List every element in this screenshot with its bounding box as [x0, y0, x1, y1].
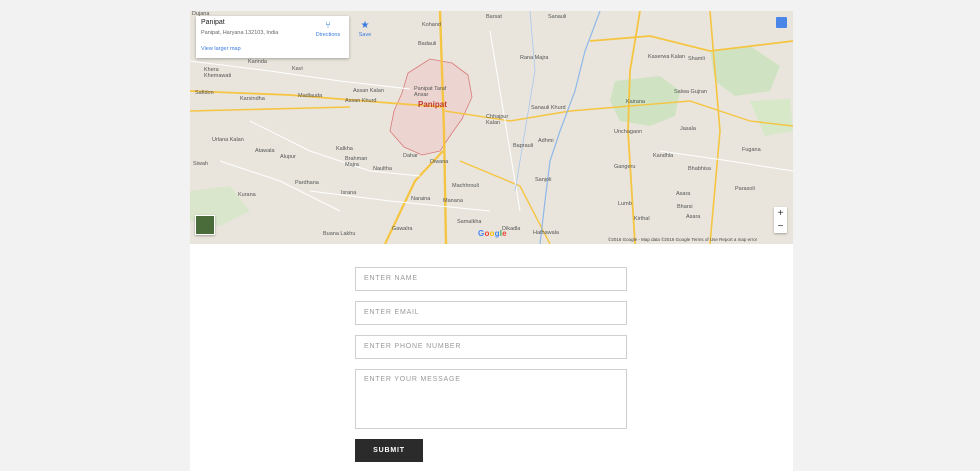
map-label-hathawala: Hathawala [533, 230, 559, 236]
save-button[interactable]: ★ Save [349, 20, 381, 38]
map-label-brahman-majra: Brahman Majra [345, 156, 368, 168]
directions-label: Directions [315, 32, 341, 38]
map-label-panipat-taraf-ansar: Panipat Taraf Ansar [414, 86, 447, 98]
map-label-fugana: Fugana [742, 147, 761, 153]
map-label-kairana: Kairana [626, 99, 645, 105]
contact-page: Panipat Dujana Kohand Barsat Sanauli Khe… [190, 11, 793, 471]
map-label-kirthal: Kirthal [634, 216, 650, 222]
map-label-kavi: Kavi [292, 66, 303, 72]
map-label-manana: Manana [443, 198, 463, 204]
map-label-pardhana: Pardhana [295, 180, 319, 186]
email-field[interactable]: ENTER EMAIL [355, 301, 627, 325]
name-field[interactable]: ENTER NAME [355, 267, 627, 291]
map-label-buana-lakhu: Buana Lakhu [323, 231, 356, 237]
map-label-urlana-kalan: Urlana Kalan [212, 137, 244, 143]
zoom-in-button[interactable]: + [774, 207, 787, 220]
map-label-khera-khemawati: Khera Khemawati [204, 67, 232, 79]
map-label-barsat: Barsat [486, 14, 502, 20]
map-label-asara-2: Asara [686, 214, 701, 220]
map-label-chhajpur-kalan: Chhajpur Kalan [486, 114, 509, 126]
map-label-badauli: Badauli [418, 41, 437, 47]
map-label-assan-kalan: Assan Kalan [353, 88, 384, 94]
map-label-gangeru: Gangeru [614, 164, 636, 170]
map-label-atawala: Atawala [255, 148, 275, 154]
map-label-naultha: Naultha [373, 166, 392, 172]
map-label-machhrouli: Machhrouli [452, 183, 479, 189]
save-label: Save [358, 32, 372, 38]
map-label-baprauli: Baprauli [513, 143, 534, 149]
map-label-panipat: Panipat [418, 100, 447, 109]
map-label-kurana: Kurana [238, 192, 256, 198]
map-label-rana-majra: Rana Majra [520, 55, 549, 61]
street-view-pegman-icon[interactable] [776, 17, 787, 28]
map-attribution: ©2016 Google - Map data ©2016 Google Ter… [608, 237, 758, 242]
map-label-asara: Asara [676, 191, 691, 197]
map-label-gawalra: Gawalra [392, 226, 413, 232]
map-label-karinda: Karinda [248, 59, 267, 65]
map-label-jasala: Jasala [680, 126, 696, 132]
map-label-naraina: Naraina [411, 196, 431, 202]
map-label-alupur: Alupur [280, 154, 296, 160]
contact-form: ENTER NAME ENTER EMAIL ENTER PHONE NUMBE… [355, 267, 627, 462]
directions-icon: ⑂ [325, 20, 331, 31]
map-label-bhabhisa: Bhabhisa [688, 166, 711, 172]
map-label-adhmi: Adhmi [538, 138, 554, 144]
map-label-assan-khurd: Assan Khurd [345, 98, 377, 104]
view-larger-map-link[interactable]: View larger map [201, 46, 241, 52]
map-label-parasoli: Parasoli [735, 186, 755, 192]
satellite-toggle-button[interactable] [195, 215, 215, 235]
map-label-kaserwa-kalan: Kaserwa Kalan [648, 54, 685, 60]
map-label-shamli: Shamli [688, 56, 705, 62]
map-label-sanauli: Sanauli [548, 14, 567, 20]
map-label-samalkha: Samalkha [457, 219, 482, 225]
map-label-karsindha: Karsindha [240, 96, 265, 102]
map-label-safidon: Safidon [195, 90, 214, 96]
map-label-kohand: Kohand [422, 22, 441, 28]
map-label-diwana: Diwana [430, 159, 449, 165]
google-map[interactable]: Panipat Dujana Kohand Barsat Sanauli Khe… [190, 11, 793, 244]
map-label-israna: Israna [341, 190, 357, 196]
zoom-control: + − [774, 207, 787, 233]
message-field[interactable]: ENTER YOUR MESSAGE [355, 369, 627, 429]
place-info-card: Panipat Panipat, Haryana 132103, India V… [196, 16, 371, 58]
phone-field[interactable]: ENTER PHONE NUMBER [355, 335, 627, 359]
star-icon: ★ [360, 20, 370, 31]
map-label-lumb: Lumb [618, 201, 632, 207]
directions-button[interactable]: ⑂ Directions [312, 20, 344, 38]
place-address: Panipat, Haryana 132103, India [201, 30, 279, 36]
map-label-madlauda: Madlauda [298, 93, 323, 99]
map-label-sanauli-khurd: Sanauli Khurd [531, 105, 566, 111]
map-label-kalkha: Kalkha [336, 146, 353, 152]
map-label-bharsi: Bharsi [677, 204, 693, 210]
map-label-unchagaon: Unchagaon [614, 129, 643, 135]
submit-button[interactable]: SUBMIT [355, 439, 423, 462]
map-label-sanjoli: Sanjoli [535, 177, 552, 183]
zoom-out-button[interactable]: − [774, 220, 787, 233]
map-label-salwa-gujran: Salwa Gujran [674, 89, 708, 95]
google-logo: Google [478, 229, 507, 238]
place-title: Panipat [201, 19, 225, 26]
map-label-dahar: Dahar [403, 153, 418, 159]
map-label-siwah: Siwah [193, 161, 208, 167]
map-label-kandhla: Kandhla [653, 153, 674, 159]
